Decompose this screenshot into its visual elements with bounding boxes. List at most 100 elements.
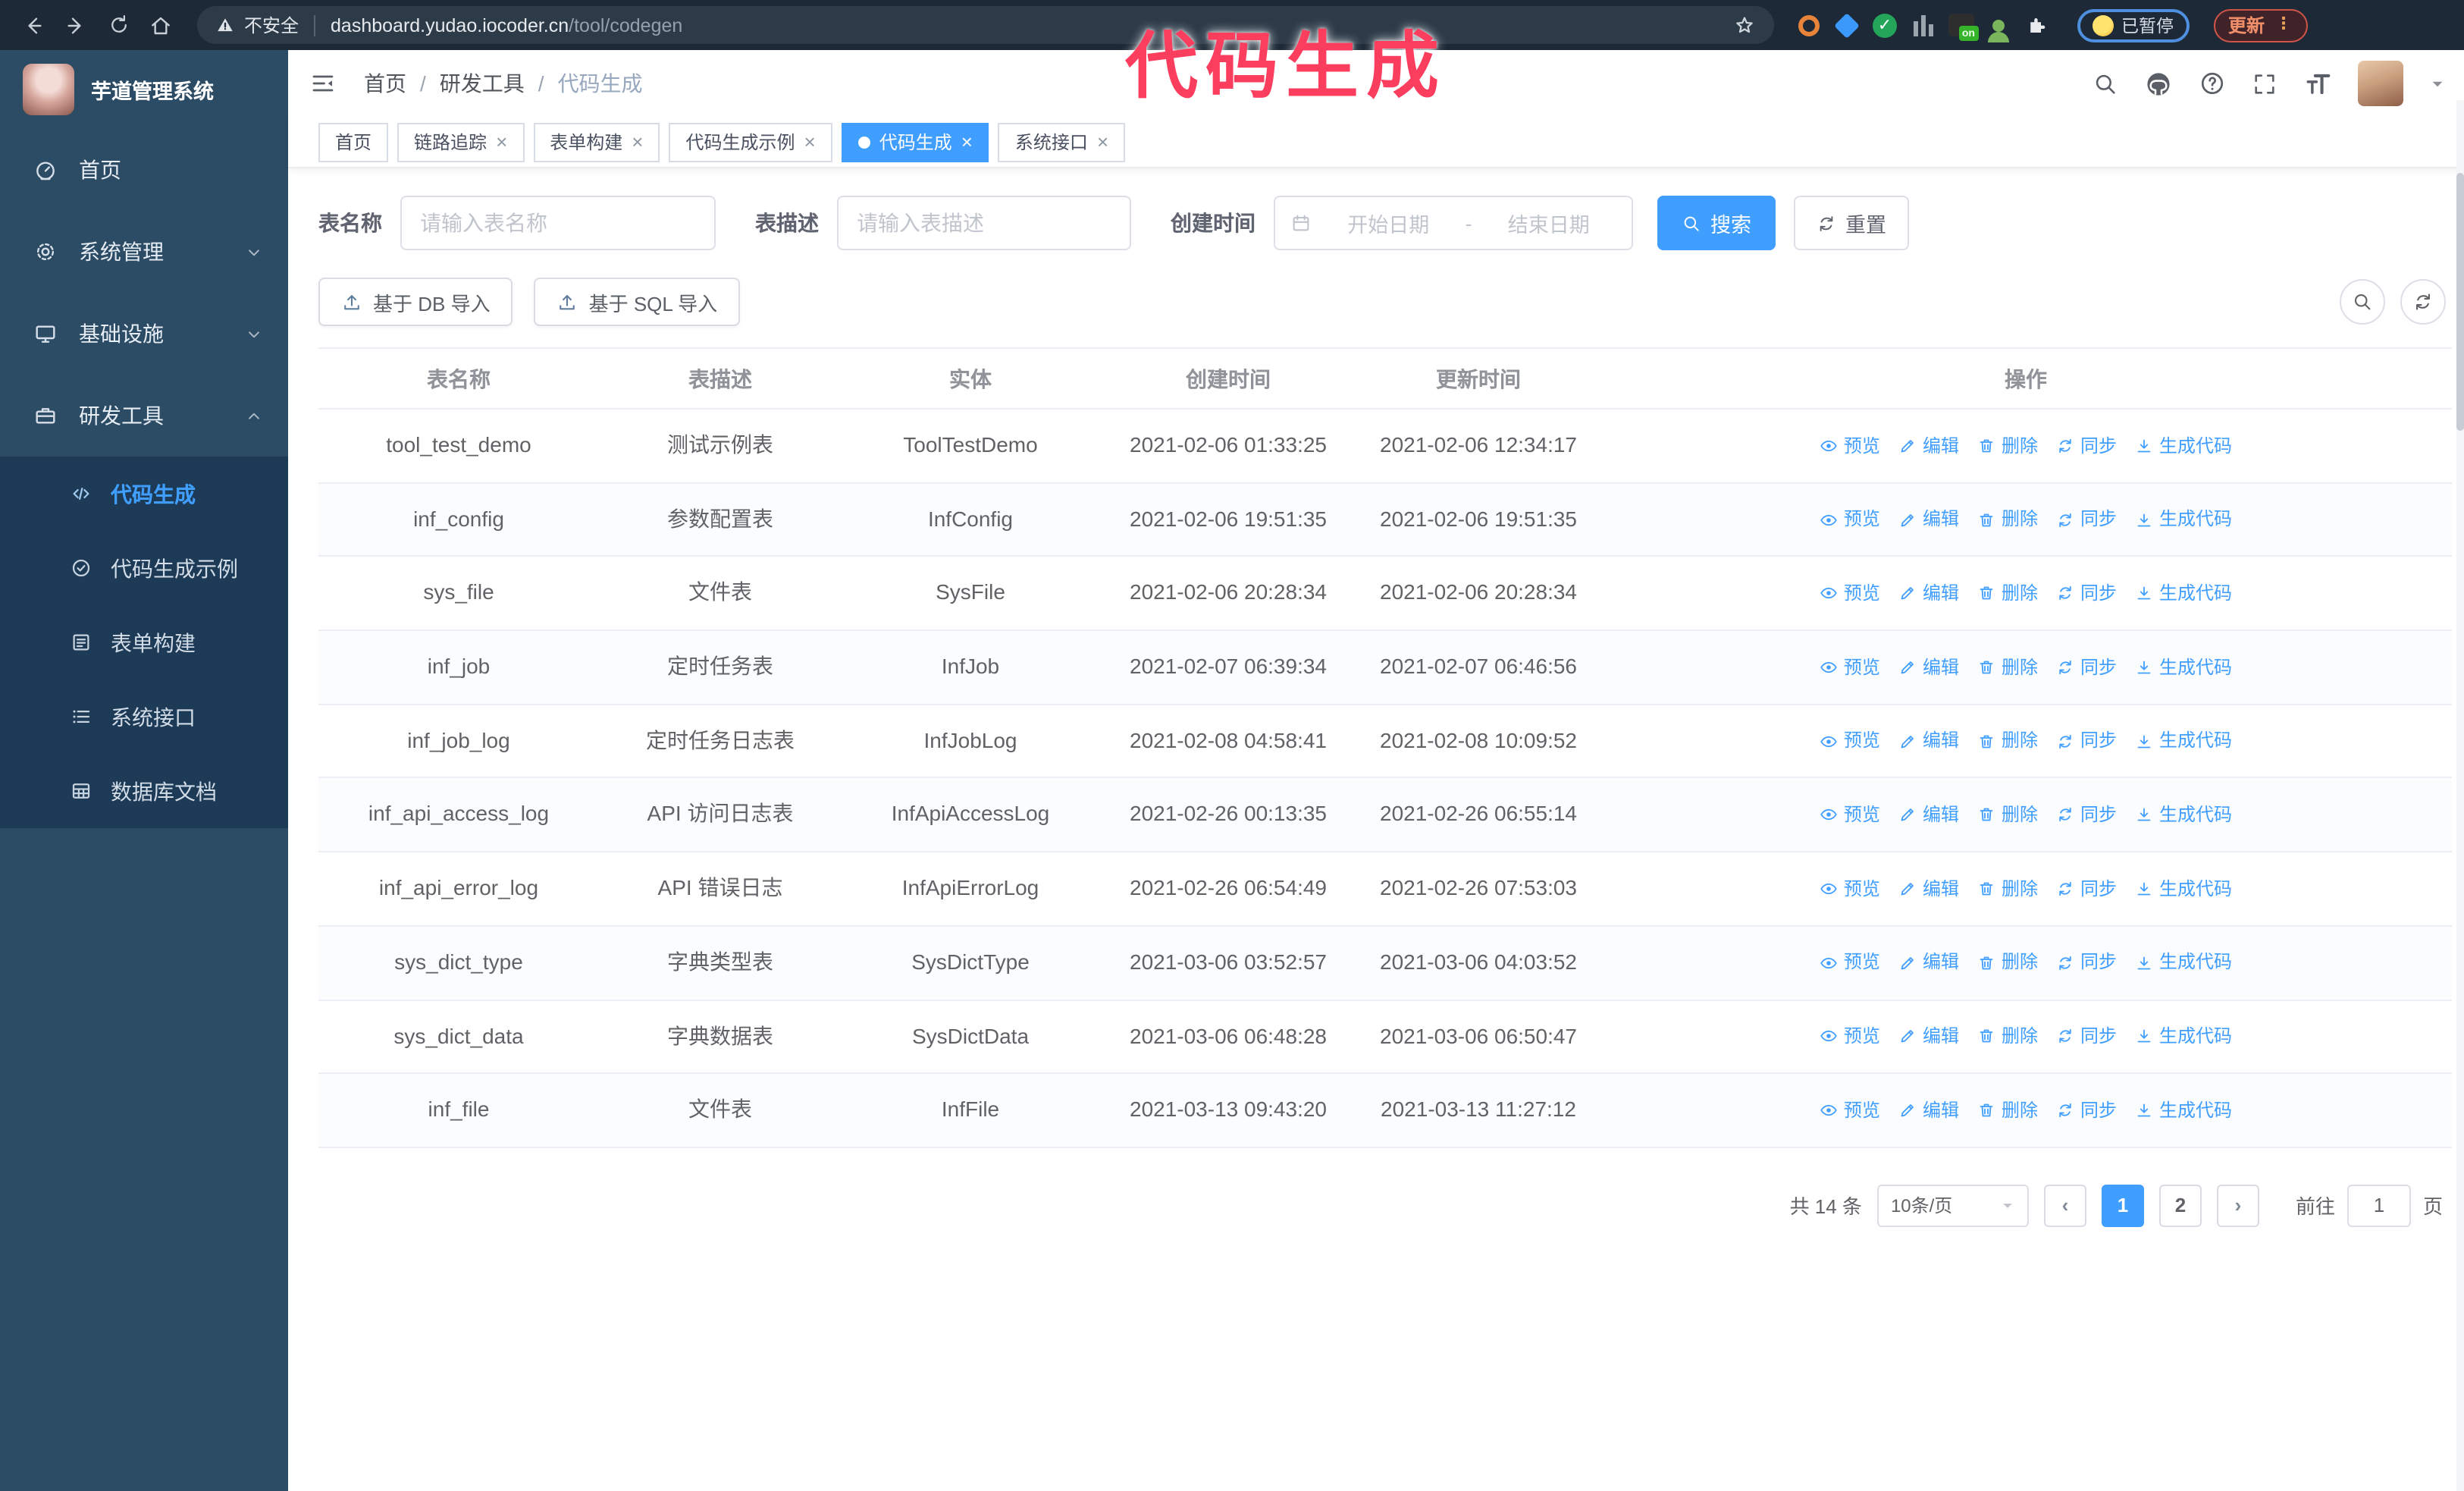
chevron-down-icon[interactable] xyxy=(2429,75,2446,92)
reload-icon[interactable] xyxy=(100,7,136,43)
action-generate-code-link[interactable]: 生成代码 xyxy=(2135,579,2232,607)
action-edit-link[interactable]: 编辑 xyxy=(1898,1022,1959,1050)
home-icon[interactable] xyxy=(143,7,179,43)
action-preview-link[interactable]: 预览 xyxy=(1820,432,1880,460)
back-icon[interactable] xyxy=(15,7,52,43)
action-preview-link[interactable]: 预览 xyxy=(1820,727,1880,755)
toggle-search-button[interactable] xyxy=(2340,279,2385,325)
action-delete-link[interactable]: 删除 xyxy=(1977,432,2038,460)
sidebar-item-infra[interactable]: 基础设施 xyxy=(0,293,288,375)
action-sync-link[interactable]: 同步 xyxy=(2056,874,2117,902)
tab-代码生成[interactable]: 代码生成 × xyxy=(841,122,989,162)
sidebar-item-system-api[interactable]: 系统接口 xyxy=(0,680,288,754)
action-sync-link[interactable]: 同步 xyxy=(2056,432,2117,460)
close-icon[interactable]: × xyxy=(1097,132,1108,152)
sidebar-item-home[interactable]: 首页 xyxy=(0,129,288,211)
browser-update-button[interactable]: 更新 ⋮ xyxy=(2213,8,2308,42)
table-desc-input[interactable] xyxy=(837,196,1131,250)
action-delete-link[interactable]: 删除 xyxy=(1977,579,2038,607)
action-sync-link[interactable]: 同步 xyxy=(2056,1022,2117,1050)
action-sync-link[interactable]: 同步 xyxy=(2056,801,2117,829)
scrollbar-thumb[interactable] xyxy=(2456,173,2464,431)
tab-表单构建[interactable]: 表单构建 × xyxy=(533,122,660,162)
goto-page-input[interactable] xyxy=(2346,1184,2411,1227)
table-name-input[interactable] xyxy=(400,196,716,250)
sidebar-item-form-builder[interactable]: 表单构建 xyxy=(0,605,288,680)
action-edit-link[interactable]: 编辑 xyxy=(1898,505,1959,533)
close-icon[interactable]: × xyxy=(496,132,507,152)
action-generate-code-link[interactable]: 生成代码 xyxy=(2135,874,2232,902)
github-icon[interactable] xyxy=(2144,69,2173,98)
breadcrumb-item[interactable]: 研发工具 xyxy=(440,68,525,99)
import-db-button[interactable]: 基于 DB 导入 xyxy=(318,278,513,326)
search-button[interactable]: 搜索 xyxy=(1657,196,1776,250)
forward-icon[interactable] xyxy=(58,7,94,43)
action-sync-link[interactable]: 同步 xyxy=(2056,1096,2117,1124)
import-sql-button[interactable]: 基于 SQL 导入 xyxy=(534,278,741,326)
extension-icon[interactable]: on xyxy=(1947,11,1978,41)
sidebar-item-devtools[interactable]: 研发工具 xyxy=(0,375,288,457)
action-delete-link[interactable]: 删除 xyxy=(1977,874,2038,902)
action-preview-link[interactable]: 预览 xyxy=(1820,579,1880,607)
browser-profile-chip[interactable]: 已暂停 xyxy=(2077,8,2189,42)
font-size-icon[interactable] xyxy=(2303,69,2332,98)
bookmark-star-icon[interactable] xyxy=(1733,14,1756,36)
sidebar-item-codegen[interactable]: 代码生成 xyxy=(0,457,288,531)
action-preview-link[interactable]: 预览 xyxy=(1820,505,1880,533)
prev-page-button[interactable]: ‹ xyxy=(2043,1184,2086,1227)
action-sync-link[interactable]: 同步 xyxy=(2056,727,2117,755)
refresh-table-button[interactable] xyxy=(2400,279,2446,325)
page-size-select[interactable]: 10条/页 xyxy=(1876,1184,2029,1227)
action-edit-link[interactable]: 编辑 xyxy=(1898,653,1959,681)
action-edit-link[interactable]: 编辑 xyxy=(1898,579,1959,607)
reset-button[interactable]: 重置 xyxy=(1794,196,1909,250)
action-preview-link[interactable]: 预览 xyxy=(1820,801,1880,829)
action-sync-link[interactable]: 同步 xyxy=(2056,579,2117,607)
user-avatar[interactable] xyxy=(2358,61,2403,106)
action-generate-code-link[interactable]: 生成代码 xyxy=(2135,801,2232,829)
hamburger-icon[interactable] xyxy=(309,70,337,97)
action-sync-link[interactable]: 同步 xyxy=(2056,505,2117,533)
action-delete-link[interactable]: 删除 xyxy=(1977,1022,2038,1050)
app-logo[interactable]: 芋道管理系统 xyxy=(0,50,288,129)
action-sync-link[interactable]: 同步 xyxy=(2056,653,2117,681)
tab-系统接口[interactable]: 系统接口 × xyxy=(998,122,1126,162)
action-generate-code-link[interactable]: 生成代码 xyxy=(2135,727,2232,755)
tab-代码生成示例[interactable]: 代码生成示例 × xyxy=(669,122,832,162)
extension-icon[interactable] xyxy=(1795,11,1823,39)
page-button-1[interactable]: 1 xyxy=(2101,1184,2144,1227)
close-icon[interactable]: × xyxy=(632,132,643,152)
page-button-2[interactable]: 2 xyxy=(2158,1184,2202,1227)
action-edit-link[interactable]: 编辑 xyxy=(1898,1096,1959,1124)
action-delete-link[interactable]: 删除 xyxy=(1977,505,2038,533)
date-range-picker[interactable]: 开始日期 - 结束日期 xyxy=(1274,196,1633,250)
action-preview-link[interactable]: 预览 xyxy=(1820,874,1880,902)
action-delete-link[interactable]: 删除 xyxy=(1977,801,2038,829)
action-delete-link[interactable]: 删除 xyxy=(1977,653,2038,681)
tab-首页[interactable]: 首页 xyxy=(318,122,389,162)
puzzle-icon[interactable] xyxy=(2023,11,2050,39)
action-preview-link[interactable]: 预览 xyxy=(1820,1022,1880,1050)
next-page-button[interactable]: › xyxy=(2216,1184,2259,1227)
action-generate-code-link[interactable]: 生成代码 xyxy=(2135,653,2232,681)
extension-icon[interactable] xyxy=(1909,11,1936,39)
action-generate-code-link[interactable]: 生成代码 xyxy=(2135,505,2232,533)
action-edit-link[interactable]: 编辑 xyxy=(1898,727,1959,755)
action-edit-link[interactable]: 编辑 xyxy=(1898,432,1959,460)
breadcrumb-item[interactable]: 首页 xyxy=(364,68,406,99)
sidebar-item-system[interactable]: 系统管理 xyxy=(0,211,288,293)
action-edit-link[interactable]: 编辑 xyxy=(1898,801,1959,829)
fullscreen-icon[interactable] xyxy=(2252,71,2277,96)
scrollbar[interactable] xyxy=(2456,100,2464,1491)
extension-icon[interactable] xyxy=(1985,11,2012,42)
action-preview-link[interactable]: 预览 xyxy=(1820,653,1880,681)
sidebar-item-db-doc[interactable]: 数据库文档 xyxy=(0,754,288,828)
action-generate-code-link[interactable]: 生成代码 xyxy=(2135,1096,2232,1124)
action-generate-code-link[interactable]: 生成代码 xyxy=(2135,1022,2232,1050)
close-icon[interactable]: × xyxy=(961,132,973,152)
action-edit-link[interactable]: 编辑 xyxy=(1898,874,1959,902)
help-icon[interactable] xyxy=(2199,70,2226,97)
browser-menu-icon[interactable]: ⋮ xyxy=(2275,16,2292,33)
action-preview-link[interactable]: 预览 xyxy=(1820,1096,1880,1124)
action-delete-link[interactable]: 删除 xyxy=(1977,1096,2038,1124)
